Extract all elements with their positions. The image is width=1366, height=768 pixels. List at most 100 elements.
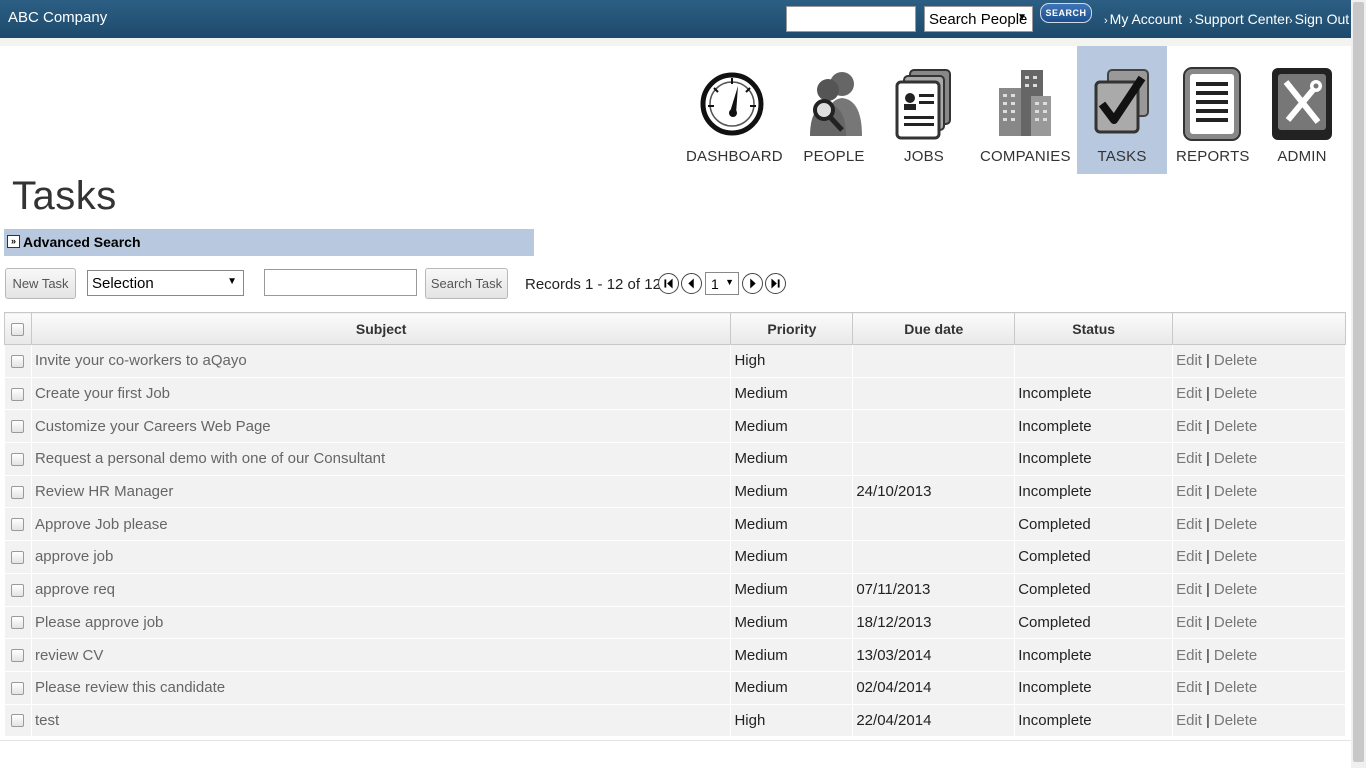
row-checkbox[interactable] — [11, 681, 25, 695]
row-checkbox[interactable] — [11, 583, 25, 597]
edit-link[interactable]: Edit — [1176, 385, 1202, 402]
delete-link[interactable]: Delete — [1214, 614, 1257, 631]
row-checkbox[interactable] — [11, 485, 25, 499]
table-row[interactable]: Invite your co-workers to aQayo High Edit |… — [4, 344, 1346, 378]
table-row[interactable]: Create your first Job Medium Incomplete Edi… — [4, 377, 1346, 411]
new-task-button[interactable]: New Task — [5, 268, 76, 299]
row-checkbox[interactable] — [11, 354, 25, 368]
delete-link[interactable]: Delete — [1214, 647, 1257, 664]
delete-link[interactable]: Delete — [1214, 385, 1257, 402]
delete-link[interactable]: Delete — [1214, 548, 1257, 565]
table-row[interactable]: Please approve job Medium 18/12/2013 Comple… — [4, 606, 1346, 640]
edit-link[interactable]: Edit — [1176, 450, 1202, 467]
nav-companies[interactable]: COMPANIES — [980, 46, 1071, 174]
edit-link[interactable]: Edit — [1176, 712, 1202, 729]
row-actions: Edit | Delete — [1172, 671, 1346, 705]
nav-dashboard[interactable]: DASHBOARD — [686, 46, 783, 174]
nav-reports[interactable]: REPORTS — [1176, 46, 1249, 174]
row-checkbox[interactable] — [11, 649, 25, 663]
global-search-input[interactable] — [786, 6, 916, 32]
my-account-label: My Account — [1109, 11, 1183, 27]
edit-link[interactable]: Edit — [1176, 352, 1202, 369]
nav-people[interactable]: PEOPLE — [797, 46, 871, 174]
edit-link[interactable]: Edit — [1176, 679, 1202, 696]
delete-link[interactable]: Delete — [1214, 516, 1257, 533]
task-subject[interactable]: Please review this candidate — [31, 671, 732, 705]
task-subject[interactable]: Review HR Manager — [31, 475, 732, 509]
table-row[interactable]: approve job Medium Completed Edit | Delete — [4, 540, 1346, 574]
task-subject[interactable]: Request a personal demo with one of our … — [31, 442, 732, 476]
task-subject[interactable]: Customize your Careers Web Page — [31, 409, 732, 444]
table-row[interactable]: Approve Job please Medium Completed Edit | De… — [4, 507, 1346, 542]
edit-link[interactable]: Edit — [1176, 548, 1202, 565]
column-header-priority[interactable]: Priority — [730, 312, 854, 345]
row-checkbox[interactable] — [11, 714, 25, 728]
nav-tasks[interactable]: TASKS — [1077, 46, 1167, 174]
column-header-status[interactable]: Status — [1014, 312, 1174, 345]
my-account-link[interactable]: › My Account — [1104, 11, 1182, 27]
row-checkbox[interactable] — [11, 387, 25, 401]
delete-link[interactable]: Delete — [1214, 483, 1257, 500]
row-checkbox[interactable] — [11, 518, 25, 532]
table-row[interactable]: Please review this candidate Medium 02/04/… — [4, 671, 1346, 705]
edit-link[interactable]: Edit — [1176, 418, 1202, 435]
row-checkbox[interactable] — [11, 616, 25, 630]
select-all-checkbox[interactable] — [11, 323, 25, 337]
page-number-select[interactable]: 1 ▼ — [705, 272, 739, 295]
support-center-link[interactable]: › Support Center — [1189, 11, 1290, 27]
global-search-button[interactable]: SEARCH — [1040, 3, 1092, 23]
task-search-input[interactable] — [264, 269, 417, 296]
chevron-right-icon: › — [1189, 15, 1193, 27]
task-subject[interactable]: Please approve job — [31, 606, 732, 640]
delete-link[interactable]: Delete — [1214, 418, 1257, 435]
table-row[interactable]: approve req Medium 07/11/2013 Completed Edit… — [4, 573, 1346, 607]
task-subject[interactable]: approve req — [31, 573, 732, 607]
delete-link[interactable]: Delete — [1214, 712, 1257, 729]
search-task-button[interactable]: Search Task — [425, 268, 508, 299]
delete-link[interactable]: Delete — [1214, 450, 1257, 467]
previous-page-icon[interactable] — [681, 273, 702, 294]
table-row[interactable]: review CV Medium 13/03/2014 Incomplete Edit |… — [4, 638, 1346, 672]
task-subject[interactable]: approve job — [31, 540, 732, 574]
nav-admin[interactable]: ADMIN — [1266, 46, 1338, 174]
vertical-scrollbar[interactable] — [1351, 0, 1366, 768]
column-header-subject[interactable]: Subject — [30, 312, 732, 345]
table-row[interactable]: Request a personal demo with one of our … — [4, 442, 1346, 476]
last-page-icon[interactable] — [765, 273, 786, 294]
first-page-icon[interactable] — [658, 273, 679, 294]
table-row[interactable]: Customize your Careers Web Page Medium Inc… — [4, 409, 1346, 444]
companies-buildings-icon — [999, 70, 1051, 136]
page-number-value: 1 — [711, 276, 719, 292]
next-page-icon[interactable] — [742, 273, 763, 294]
row-checkbox[interactable] — [11, 452, 25, 466]
edit-link[interactable]: Edit — [1176, 647, 1202, 664]
task-priority: Medium — [730, 409, 854, 444]
task-due-date — [852, 540, 1016, 574]
edit-link[interactable]: Edit — [1176, 614, 1202, 631]
action-separator: | — [1205, 581, 1210, 599]
column-header-due-date[interactable]: Due date — [852, 312, 1016, 345]
edit-link[interactable]: Edit — [1176, 581, 1202, 598]
search-type-select[interactable]: Search People ▼ — [924, 6, 1033, 32]
delete-link[interactable]: Delete — [1214, 581, 1257, 598]
table-row[interactable]: Review HR Manager Medium 24/10/2013 Incompl… — [4, 475, 1346, 509]
advanced-search-toggle[interactable]: » Advanced Search — [4, 229, 534, 256]
edit-link[interactable]: Edit — [1176, 516, 1202, 533]
nav-jobs[interactable]: JOBS — [888, 46, 960, 174]
task-subject[interactable]: Approve Job please — [31, 507, 732, 542]
scrollbar-thumb[interactable] — [1353, 2, 1364, 762]
task-subject[interactable]: review CV — [31, 638, 732, 672]
expand-icon[interactable]: » — [7, 235, 20, 248]
delete-link[interactable]: Delete — [1214, 679, 1257, 696]
nav-label: DASHBOARD — [686, 148, 783, 165]
selection-dropdown[interactable]: Selection ▼ — [87, 270, 244, 296]
delete-link[interactable]: Delete — [1214, 352, 1257, 369]
table-row[interactable]: test High 22/04/2014 Incomplete Edit | Delete — [4, 704, 1346, 738]
sign-out-link[interactable]: › Sign Out — [1289, 11, 1349, 27]
edit-link[interactable]: Edit — [1176, 483, 1202, 500]
row-checkbox[interactable] — [11, 420, 25, 434]
task-subject[interactable]: Invite your co-workers to aQayo — [31, 344, 732, 378]
task-subject[interactable]: test — [31, 704, 732, 738]
row-checkbox[interactable] — [11, 551, 25, 564]
task-subject[interactable]: Create your first Job — [31, 377, 732, 411]
